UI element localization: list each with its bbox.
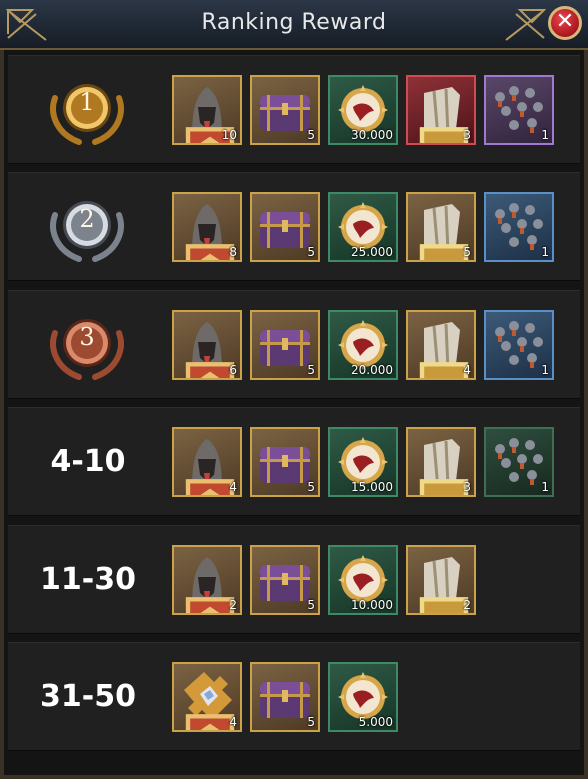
item-quantity: 5 xyxy=(307,363,315,377)
reward-item[interactable]: 30.000 xyxy=(328,75,398,145)
reward-item[interactable]: 5 xyxy=(250,427,320,497)
item-quantity: 5 xyxy=(307,245,315,259)
shield-badge-icon xyxy=(411,474,469,495)
dialog-header: Ranking Reward ✕ xyxy=(0,0,588,50)
item-quantity: 2 xyxy=(463,598,471,612)
reward-item[interactable]: 8 xyxy=(172,192,242,262)
gold-medal-icon: 1 xyxy=(45,74,129,148)
item-quantity: 6 xyxy=(229,363,237,377)
reward-item[interactable]: 1 xyxy=(484,310,554,380)
shield-badge-icon xyxy=(411,122,469,143)
reward-row: 2 8 5 25.000 5 1 xyxy=(8,172,580,281)
item-quantity: 10.000 xyxy=(351,598,393,612)
item-quantity: 3 xyxy=(463,480,471,494)
item-quantity: 2 xyxy=(229,598,237,612)
medal-rank-number: 2 xyxy=(79,205,95,233)
item-quantity: 30.000 xyxy=(351,128,393,142)
item-quantity: 5.000 xyxy=(358,715,393,729)
reward-item[interactable]: 6 xyxy=(172,310,242,380)
reward-row: 1 10 5 30.000 3 1 xyxy=(8,55,580,164)
reward-item[interactable]: 15.000 xyxy=(328,427,398,497)
reward-item[interactable]: 25.000 xyxy=(328,192,398,262)
reward-item[interactable]: 2 xyxy=(172,545,242,615)
reward-item[interactable]: 5 xyxy=(250,75,320,145)
reward-row: 4-10 4 5 15.000 3 1 xyxy=(8,407,580,516)
shield-badge-icon xyxy=(411,592,469,613)
item-quantity: 4 xyxy=(229,715,237,729)
reward-item[interactable]: 4 xyxy=(406,310,476,380)
item-quantity: 20.000 xyxy=(351,363,393,377)
item-quantity: 5 xyxy=(463,245,471,259)
close-icon[interactable]: ✕ xyxy=(556,9,574,34)
reward-item[interactable]: 5 xyxy=(250,662,320,732)
reward-item[interactable]: 10.000 xyxy=(328,545,398,615)
reward-item[interactable]: 3 xyxy=(406,75,476,145)
reward-item[interactable]: 1 xyxy=(484,75,554,145)
reward-row: 11-30 2 5 10.000 2 xyxy=(8,525,580,634)
item-quantity: 25.000 xyxy=(351,245,393,259)
reward-item[interactable]: 4 xyxy=(172,427,242,497)
hero-badge-icon xyxy=(177,592,235,613)
hero-badge-icon xyxy=(177,709,235,730)
item-quantity: 5 xyxy=(307,598,315,612)
item-quantity: 1 xyxy=(541,480,549,494)
hero-badge-icon xyxy=(177,474,235,495)
reward-item[interactable]: 5.000 xyxy=(328,662,398,732)
rank-range-label: 11-30 xyxy=(40,562,136,597)
reward-item[interactable]: 5 xyxy=(250,310,320,380)
item-quantity: 15.000 xyxy=(351,480,393,494)
item-quantity: 4 xyxy=(463,363,471,377)
reward-item[interactable]: 5 xyxy=(406,192,476,262)
item-quantity: 8 xyxy=(229,245,237,259)
corner-ornament-icon xyxy=(505,9,546,41)
item-quantity: 3 xyxy=(463,128,471,142)
reward-item[interactable]: 1 xyxy=(484,192,554,262)
reward-item[interactable]: 10 xyxy=(172,75,242,145)
reward-item[interactable]: 4 xyxy=(172,662,242,732)
item-quantity: 10 xyxy=(221,128,237,142)
reward-item[interactable]: 20.000 xyxy=(328,310,398,380)
item-quantity: 4 xyxy=(229,480,237,494)
shield-badge-icon xyxy=(411,357,469,378)
shield-badge-icon xyxy=(411,239,469,260)
bronze-medal-icon: 3 xyxy=(45,309,129,383)
medal-rank-number: 1 xyxy=(79,88,95,116)
item-quantity: 5 xyxy=(307,715,315,729)
item-quantity: 1 xyxy=(541,363,549,377)
item-quantity: 1 xyxy=(541,245,549,259)
item-quantity: 1 xyxy=(541,128,549,142)
medal-rank-number: 3 xyxy=(79,323,95,351)
hero-badge-icon xyxy=(177,239,235,260)
silver-medal-icon: 2 xyxy=(45,191,129,265)
item-quantity: 5 xyxy=(307,480,315,494)
hero-badge-icon xyxy=(177,357,235,378)
rank-range-label: 31-50 xyxy=(40,679,136,714)
reward-item[interactable]: 3 xyxy=(406,427,476,497)
reward-item[interactable]: 1 xyxy=(484,427,554,497)
close-button[interactable]: ✕ xyxy=(548,6,582,40)
reward-item[interactable]: 5 xyxy=(250,192,320,262)
reward-item[interactable]: 5 xyxy=(250,545,320,615)
hero-badge-icon xyxy=(177,122,235,143)
reward-item[interactable]: 2 xyxy=(406,545,476,615)
reward-row: 31-50 4 5 5.000 xyxy=(8,642,580,751)
rank-range-label: 4-10 xyxy=(50,444,126,479)
item-quantity: 5 xyxy=(307,128,315,142)
reward-row: 3 6 5 20.000 4 1 xyxy=(8,290,580,399)
